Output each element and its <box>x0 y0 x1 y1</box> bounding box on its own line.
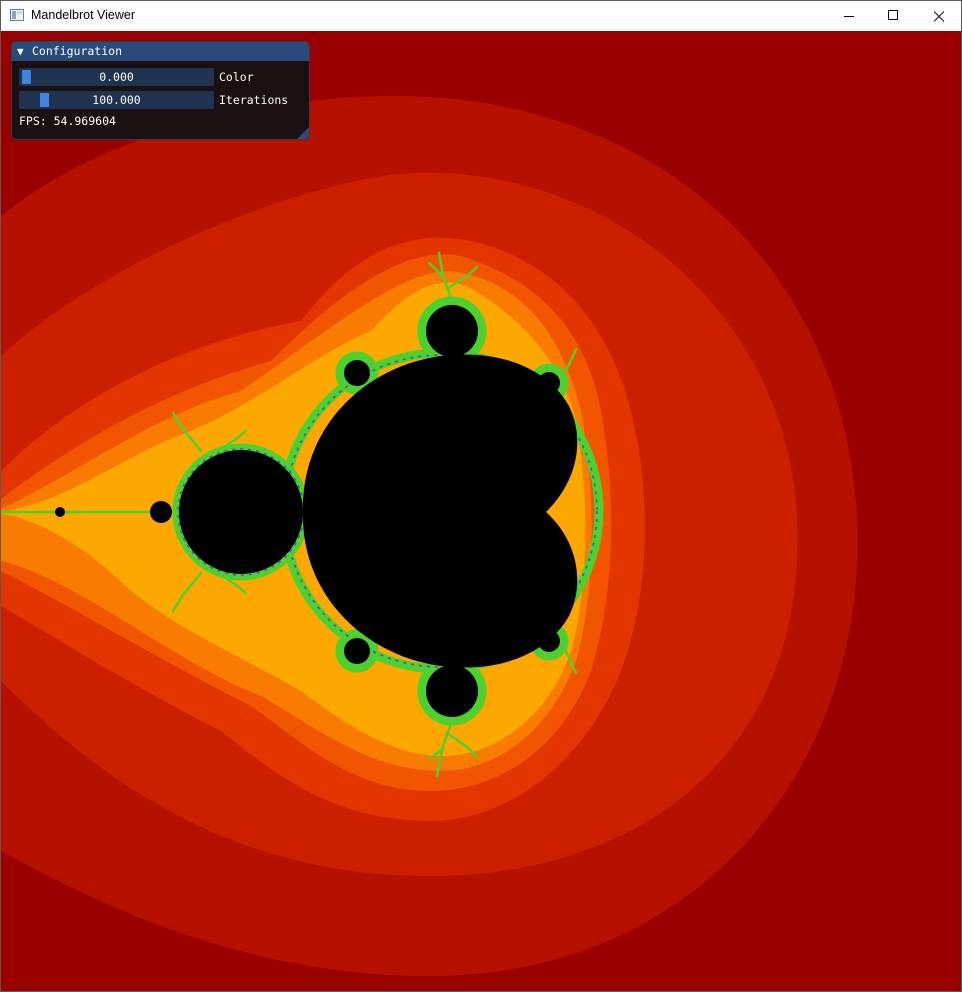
color-slider-value: 0.000 <box>99 70 134 84</box>
title-bar[interactable]: Mandelbrot Viewer <box>1 1 961 31</box>
top-bulb <box>426 305 478 357</box>
color-slider[interactable]: 0.000 <box>19 68 214 86</box>
color-slider-label: Color <box>219 70 254 84</box>
left-small-bulb <box>150 501 172 523</box>
fps-readout: FPS: 54.969604 <box>19 114 116 128</box>
app-window-icon <box>10 9 24 21</box>
mandelbrot-render <box>1 95 858 977</box>
minimize-icon <box>844 16 854 17</box>
close-button[interactable] <box>916 1 961 31</box>
fractal-canvas[interactable] <box>1 31 961 991</box>
period-2-bulb <box>179 450 303 574</box>
bottom-bulb <box>426 665 478 717</box>
configuration-panel[interactable]: ▼ Configuration 0.000 Color 100.000 Iter… <box>11 41 310 140</box>
iterations-slider[interactable]: 100.000 <box>19 91 214 109</box>
configuration-panel-title: Configuration <box>32 44 123 58</box>
minimize-button[interactable] <box>827 1 872 31</box>
maximize-icon <box>888 10 898 20</box>
maximize-button[interactable] <box>871 1 916 31</box>
window-title: Mandelbrot Viewer <box>31 8 135 22</box>
upper-right-bulb <box>538 372 560 394</box>
lower-left-bulb <box>344 638 370 664</box>
mandelbrot-viewer-window: Mandelbrot Viewer <box>0 0 962 992</box>
upper-left-bulb <box>344 360 370 386</box>
minibrot-bulb <box>55 507 65 517</box>
configuration-panel-header[interactable]: ▼ Configuration <box>12 42 309 61</box>
triangle-down-icon[interactable]: ▼ <box>17 45 24 58</box>
iterations-slider-label: Iterations <box>219 93 289 107</box>
panel-resize-grip[interactable] <box>297 127 309 139</box>
iterations-slider-value: 100.000 <box>92 93 141 107</box>
lower-right-bulb <box>538 630 560 652</box>
